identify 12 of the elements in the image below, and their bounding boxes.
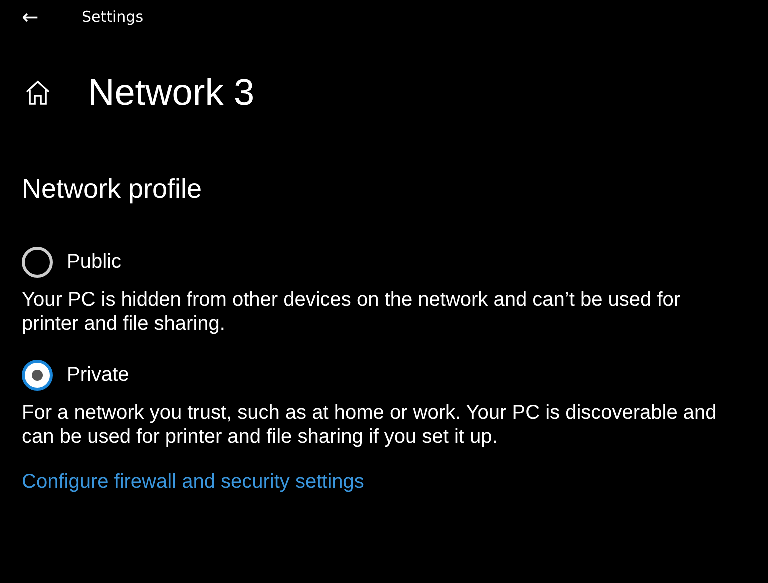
- option-description: For a network you trust, such as at home or work. Your PC is discoverable and can be used for printer and file sharing if you set it up.: [22, 401, 718, 449]
- section-title: Network profile: [22, 174, 204, 205]
- radio-button[interactable]: [22, 247, 53, 278]
- home-icon[interactable]: [24, 79, 52, 107]
- window-title: Settings: [82, 8, 144, 26]
- back-button[interactable]: ←: [22, 5, 62, 29]
- radio-option[interactable]: Private: [22, 360, 130, 391]
- radio-option[interactable]: Public: [22, 247, 122, 278]
- page-title: Network 3: [88, 72, 255, 114]
- radio-button[interactable]: [22, 360, 53, 391]
- settings-link[interactable]: Configure firewall and security settings: [22, 471, 364, 494]
- option-description: Your PC is hidden from other devices on the network and can’t be used for printer and file sharing.: [22, 288, 682, 336]
